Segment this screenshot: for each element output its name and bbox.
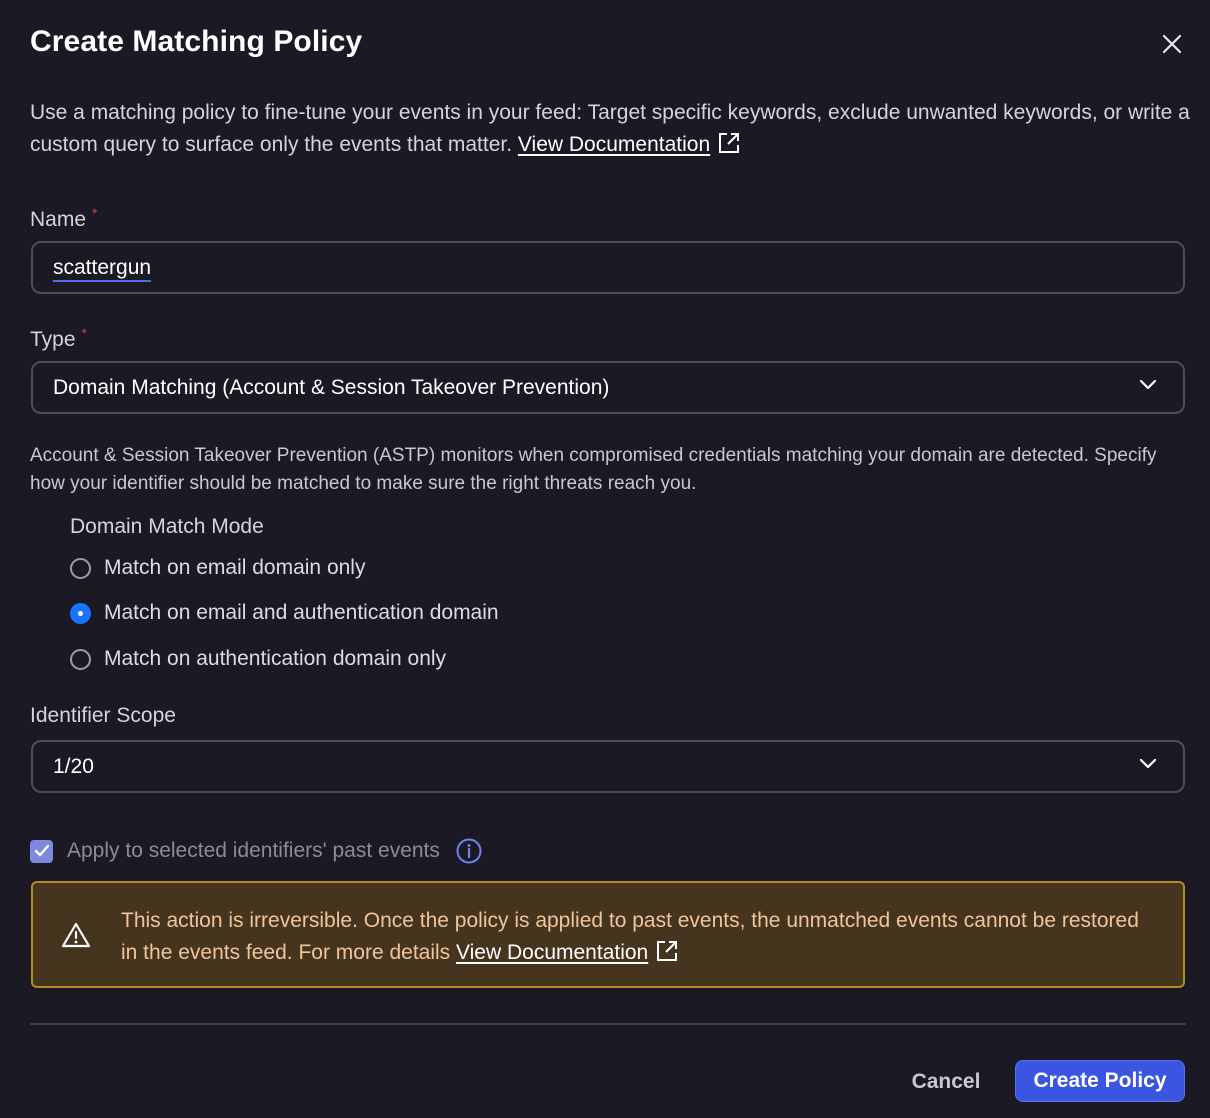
intro-paragraph: Use a matching policy to fine-tune your … xyxy=(30,97,1190,161)
identifier-scope-select[interactable]: 1/20 xyxy=(31,740,1185,793)
name-label: Name * xyxy=(30,205,97,232)
radio-auth-domain-only[interactable]: Match on authentication domain only xyxy=(70,647,446,671)
warning-triangle-icon xyxy=(61,922,91,948)
radio-label: Match on email and authentication domain xyxy=(104,601,499,624)
checkmark-icon xyxy=(34,844,49,857)
chevron-down-icon xyxy=(1139,758,1157,769)
name-input-value: scattergun xyxy=(53,255,152,279)
warning-text: This action is irreversible. Once the po… xyxy=(121,905,1151,969)
radio-label: Match on authentication domain only xyxy=(104,647,447,670)
radio-button[interactable] xyxy=(70,557,91,579)
past-events-label: Apply to selected identifiers' past even… xyxy=(67,839,440,862)
irreversible-warning-banner: This action is irreversible. Once the po… xyxy=(31,881,1185,988)
radio-email-domain-only[interactable]: Match on email domain only xyxy=(70,556,365,580)
chevron-down-icon xyxy=(1139,379,1157,390)
dialog-title: Create Matching Policy xyxy=(30,25,363,58)
type-label: Type * xyxy=(30,325,87,352)
required-mark: * xyxy=(81,325,87,341)
identifier-scope-label: Identifier Scope xyxy=(30,704,176,727)
name-label-text: Name xyxy=(30,208,87,231)
radio-button-selected[interactable] xyxy=(70,602,91,624)
type-select-value: Domain Matching (Account & Session Takeo… xyxy=(53,375,610,399)
radio-email-and-auth-domain[interactable]: Match on email and authentication domain xyxy=(70,601,499,625)
create-policy-button[interactable]: Create Policy xyxy=(1015,1060,1185,1102)
external-link-icon[interactable] xyxy=(656,940,678,962)
type-description: Account & Session Takeover Prevention (A… xyxy=(30,445,1157,494)
type-select[interactable]: Domain Matching (Account & Session Takeo… xyxy=(31,361,1185,414)
view-documentation-link[interactable]: View Documentation xyxy=(518,133,710,156)
required-mark: * xyxy=(92,205,98,221)
warning-documentation-link[interactable]: View Documentation xyxy=(456,941,648,964)
radio-label: Match on email domain only xyxy=(104,556,366,579)
close-button[interactable] xyxy=(1158,30,1186,58)
past-events-checkbox[interactable] xyxy=(30,839,53,863)
info-icon[interactable] xyxy=(456,838,482,864)
name-input[interactable]: scattergun xyxy=(31,241,1185,294)
past-events-option: Apply to selected identifiers' past even… xyxy=(30,838,482,864)
radio-button[interactable] xyxy=(70,648,91,670)
identifier-scope-value: 1/20 xyxy=(53,754,94,778)
cancel-button[interactable]: Cancel xyxy=(896,1062,996,1102)
footer-divider xyxy=(30,1023,1186,1025)
close-icon xyxy=(1162,34,1182,54)
external-link-icon[interactable] xyxy=(718,132,740,154)
create-matching-policy-dialog: Create Matching Policy Use a matching po… xyxy=(0,0,1210,1118)
domain-match-mode-title: Domain Match Mode xyxy=(70,515,264,538)
type-label-text: Type xyxy=(30,328,76,351)
